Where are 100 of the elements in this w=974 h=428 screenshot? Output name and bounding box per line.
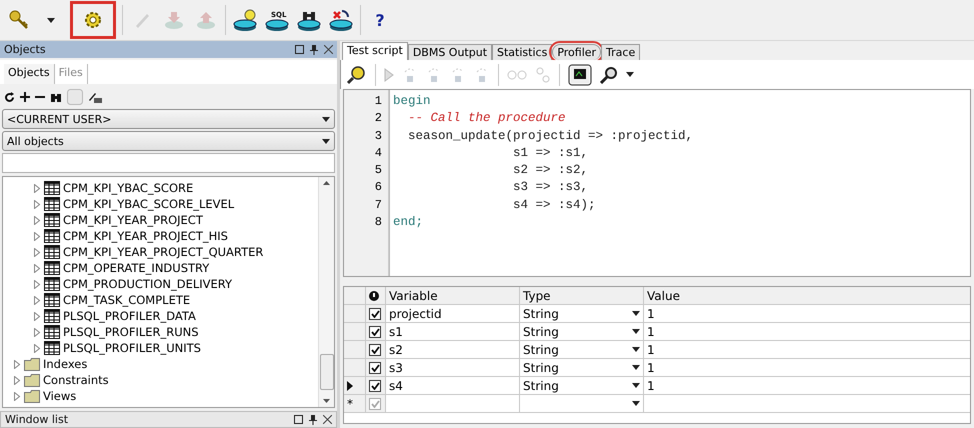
scroll-down-icon[interactable] <box>323 399 330 403</box>
tree-item[interactable]: CPM_KPI_YBAC_SCORE_LEVEL <box>3 196 318 212</box>
plus-icon[interactable] <box>20 92 30 102</box>
expander-icon[interactable] <box>13 376 21 384</box>
code-line: s2 => :s2, <box>512 163 590 180</box>
tree-item[interactable]: CPM_KPI_YBAC_SCORE <box>3 180 318 196</box>
tree-item[interactable]: CPM_KPI_YEAR_PROJECT <box>3 212 318 228</box>
magnifier-gear-icon[interactable] <box>347 64 367 84</box>
expander-icon[interactable] <box>33 264 41 272</box>
editor-tab[interactable]: Test script <box>342 42 408 60</box>
panel-tab[interactable]: Objects <box>4 64 55 84</box>
expander-icon[interactable] <box>13 392 21 400</box>
scroll-thumb[interactable] <box>320 354 334 390</box>
highlighted-toolbar-button[interactable] <box>70 1 116 39</box>
row-marker[interactable] <box>344 323 366 340</box>
checkbox-cell[interactable] <box>366 395 386 412</box>
folder-icon <box>24 390 40 402</box>
toolbar-button[interactable]: ? <box>367 7 393 33</box>
caret-icon <box>632 329 640 334</box>
expander-icon[interactable] <box>33 280 41 288</box>
tree-item[interactable]: Indexes <box>3 356 318 372</box>
tree-item[interactable]: Views <box>3 388 318 404</box>
checkbox-cell[interactable] <box>366 305 386 322</box>
checkbox[interactable] <box>369 362 381 374</box>
caret-icon <box>632 365 640 370</box>
table-icon <box>44 325 60 339</box>
expander-icon[interactable] <box>13 360 21 368</box>
binoculars-icon[interactable] <box>50 92 62 102</box>
tree-item[interactable]: Constraints <box>3 372 318 388</box>
close-icon[interactable] <box>323 414 332 424</box>
monitor-icon[interactable] <box>568 64 592 86</box>
tree-item[interactable]: CPM_OPERATE_INDUSTRY <box>3 260 318 276</box>
search-field[interactable] <box>2 153 335 173</box>
scrollbar[interactable] <box>318 177 334 407</box>
checkbox-cell[interactable] <box>366 323 386 340</box>
checkbox[interactable] <box>369 344 381 356</box>
tree-item[interactable]: CPM_KPI_YEAR_PROJECT_QUARTER <box>3 244 318 260</box>
maximize-icon[interactable] <box>294 414 303 424</box>
tree-item[interactable]: PLSQL_PROFILER_RUNS <box>3 324 318 340</box>
expander-icon[interactable] <box>33 328 41 336</box>
filter-dropdown[interactable]: All objects <box>2 131 335 151</box>
expander-icon[interactable] <box>33 216 41 224</box>
code-comment: -- Call the procedure <box>407 111 567 128</box>
row-marker[interactable] <box>344 341 366 358</box>
row-marker[interactable] <box>344 305 366 322</box>
editor-tab[interactable]: Statistics <box>492 44 552 60</box>
pin-icon[interactable] <box>310 44 318 54</box>
row-marker[interactable] <box>344 359 366 376</box>
row-marker[interactable] <box>344 377 366 394</box>
folder-icon <box>24 358 40 370</box>
key-icon <box>9 10 29 30</box>
checkbox[interactable] <box>369 380 381 392</box>
expander-icon[interactable] <box>33 232 41 240</box>
close-icon[interactable] <box>324 44 333 54</box>
search-icon[interactable] <box>600 66 618 84</box>
checkbox[interactable] <box>369 308 381 320</box>
tree-item[interactable]: CPM_TASK_COMPLETE <box>3 292 318 308</box>
checkbox-cell[interactable] <box>366 341 386 358</box>
editor-tab[interactable]: Trace <box>601 44 640 60</box>
expander-icon[interactable] <box>33 184 41 192</box>
line-number: 8 <box>374 215 383 232</box>
checkbox[interactable] <box>369 326 381 338</box>
pen-icon <box>133 11 151 29</box>
upload-icon <box>195 10 217 30</box>
line-number: 2 <box>374 111 383 128</box>
expander-icon[interactable] <box>33 312 41 320</box>
expander-icon[interactable] <box>33 200 41 208</box>
tree-item[interactable]: PLSQL_PROFILER_DATA <box>3 308 318 324</box>
editor-tab[interactable]: Profiler <box>552 44 602 60</box>
tree-item[interactable]: PLSQL_PROFILER_UNITS <box>3 340 318 356</box>
line-number: 7 <box>374 198 383 214</box>
owner-dropdown[interactable]: <CURRENT USER> <box>2 109 335 129</box>
code-line: s4 => :s4); <box>512 198 597 214</box>
play-icon[interactable] <box>384 68 394 82</box>
panel-title: Window list <box>5 413 68 426</box>
row-marker[interactable]: * <box>344 395 366 412</box>
checkbox[interactable] <box>369 398 381 410</box>
expander-icon[interactable] <box>33 344 41 352</box>
database-bulb-icon <box>232 8 258 32</box>
toolbar-button[interactable] <box>232 7 258 33</box>
refresh-icon[interactable] <box>4 92 15 102</box>
toolbar-button[interactable] <box>328 7 354 33</box>
column-header[interactable]: Value <box>644 287 970 304</box>
panel-tab[interactable]: Files <box>54 64 88 84</box>
column-header[interactable]: Variable <box>386 287 520 304</box>
maximize-icon[interactable] <box>295 44 304 54</box>
caret-icon <box>632 347 640 352</box>
expander-icon[interactable] <box>33 248 41 256</box>
editor-tab[interactable]: DBMS Output <box>408 44 492 60</box>
tree-item[interactable]: CPM_KPI_YEAR_PROJECT_HIS <box>3 228 318 244</box>
expander-icon[interactable] <box>33 296 41 304</box>
pin-icon[interactable] <box>309 414 317 424</box>
tree-item[interactable]: CPM_PRODUCTION_DELIVERY <box>3 276 318 292</box>
checkbox-cell[interactable] <box>366 359 386 376</box>
folder-pen-icon[interactable] <box>88 91 102 103</box>
scroll-up-icon[interactable] <box>323 181 330 185</box>
caret-icon <box>632 383 640 388</box>
code-editor[interactable]: 1 2 3 4 5 6 7 8 begin -- Call the procedure season_update(projectid => :projectid, s1 => :s1, s2 => :s2, s3 => :s3, s4 => :s4); end; <box>343 89 971 277</box>
checkbox-cell[interactable] <box>366 377 386 394</box>
column-header[interactable]: Type <box>520 287 644 304</box>
